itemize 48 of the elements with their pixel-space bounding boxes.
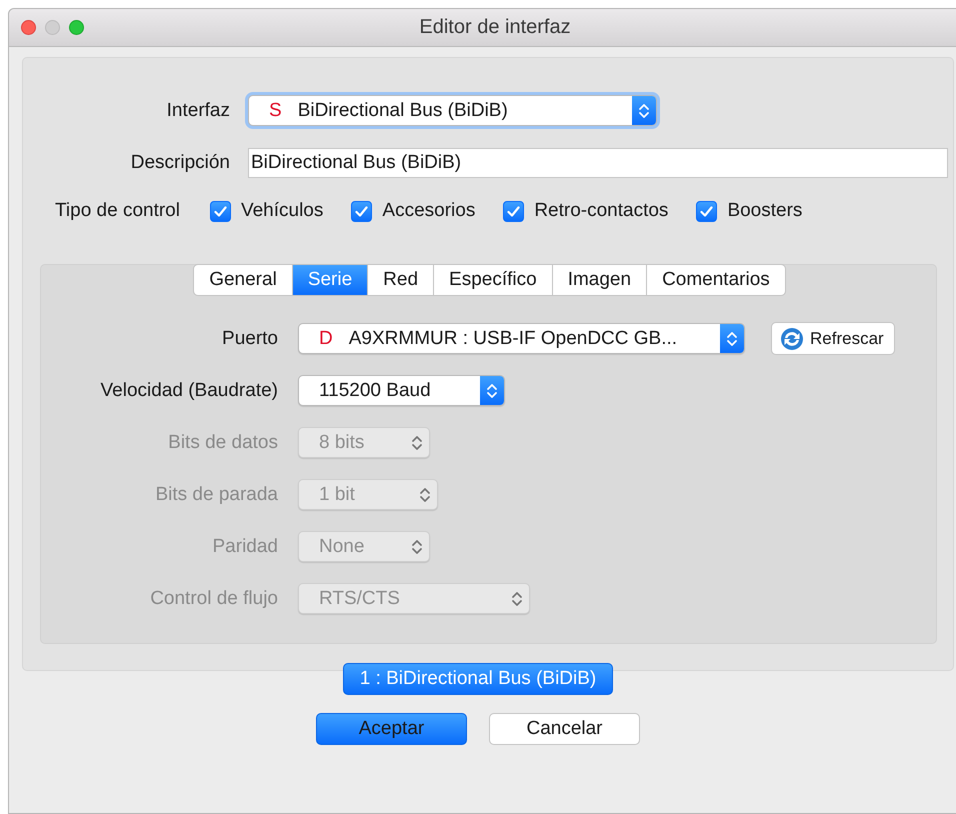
flag-letter: S [269, 100, 282, 122]
field-label: Descripción [130, 152, 230, 174]
checkbox-label: Vehículos [240, 200, 324, 222]
chevron-icon [486, 382, 498, 400]
field-label: Bits de datos [167, 432, 278, 454]
field-label: Velocidad (Baudrate) [100, 380, 278, 402]
refresh-button[interactable]: Refrescar [771, 322, 895, 355]
dropdown[interactable]: D A9XRMMUR : USB-IF OpenDCC GB... [298, 323, 745, 354]
close-window-icon[interactable] [21, 20, 36, 35]
tab[interactable]: Específico [434, 264, 553, 296]
tab[interactable]: General [193, 264, 293, 296]
checkbox[interactable] [503, 200, 524, 222]
chevron-icon [511, 590, 523, 608]
tab[interactable]: Red [368, 264, 434, 296]
accept-button[interactable]: Aceptar [316, 713, 467, 745]
refresh-icon [780, 326, 804, 350]
checkmark-icon [700, 206, 714, 216]
description-field[interactable]: BiDirectional Bus (BiDiB) [248, 148, 948, 178]
tab[interactable]: Comentarios [647, 264, 786, 296]
checkmark-icon [507, 206, 520, 216]
field-label: Tipo de control [55, 200, 180, 222]
interface-dropdown[interactable]: S BiDirectional Bus (BiDiB) [248, 95, 657, 126]
checkmark-icon [214, 206, 227, 216]
tab[interactable]: Imagen [552, 264, 648, 296]
field-label: Puerto [221, 328, 278, 350]
chevron-icon [726, 330, 738, 348]
zoom-window-icon[interactable] [69, 20, 84, 35]
field-label: Interfaz [166, 100, 230, 122]
checkbox[interactable] [351, 200, 372, 222]
cancel-button[interactable]: Cancelar [489, 713, 640, 745]
checkbox[interactable] [696, 200, 718, 222]
dropdown[interactable]: 115200 Baud [298, 375, 505, 406]
field-label: Control de flujo [149, 588, 278, 610]
chevron-icon [638, 102, 650, 120]
tab[interactable]: Serie [292, 264, 368, 296]
checkbox-label: Accesorios [382, 200, 476, 222]
checkbox[interactable] [210, 200, 231, 222]
checkbox-label: Boosters [727, 200, 802, 222]
field-label: Paridad [212, 536, 278, 558]
chevron-icon [411, 434, 423, 452]
flag-letter: D [319, 328, 333, 350]
checkbox-label: Retro-contactos [534, 200, 668, 222]
checkmark-icon [355, 206, 368, 216]
window-title: Editor de interfaz [418, 16, 572, 39]
chevron-icon [411, 538, 423, 556]
field-label: Bits de parada [154, 484, 278, 506]
interface-selector-button[interactable]: 1 : BiDirectional Bus (BiDiB) [342, 663, 614, 695]
chevron-icon [419, 486, 431, 504]
